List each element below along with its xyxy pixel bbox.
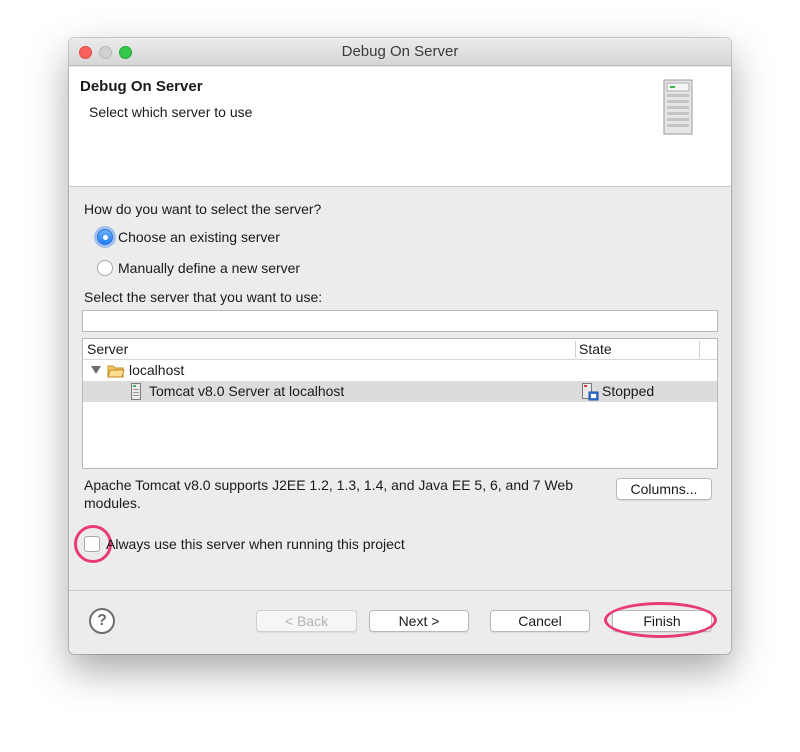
table-row-localhost[interactable]: localhost	[83, 360, 717, 381]
columns-button[interactable]: Columns...	[616, 478, 712, 500]
highlight-ring-finish	[604, 602, 717, 638]
wizard-header: Debug On Server Select which server to u…	[69, 67, 731, 187]
server-selection-question: How do you want to select the server?	[84, 201, 322, 217]
server-description: Apache Tomcat v8.0 supports J2EE 1.2, 1.…	[84, 477, 574, 511]
footer-divider	[69, 590, 731, 591]
server-select-prompt: Select the server that you want to use:	[84, 289, 323, 305]
window-title: Debug On Server	[341, 43, 459, 60]
table-row-tomcat[interactable]: Tomcat v8.0 Server at localhost Stopped	[83, 381, 717, 402]
cancel-button[interactable]: Cancel	[490, 610, 590, 632]
column-header-state[interactable]: State	[579, 341, 612, 357]
define-new-server-radio[interactable]	[97, 260, 113, 276]
server-filter-input[interactable]	[82, 310, 718, 332]
minimize-window-button[interactable]	[99, 46, 112, 59]
server-table[interactable]: Server State localhost Tomcat v8.0 Serve…	[82, 338, 718, 469]
next-button[interactable]: Next >	[369, 610, 469, 632]
column-divider[interactable]	[575, 341, 576, 358]
define-new-server-label[interactable]: Manually define a new server	[118, 260, 300, 276]
help-icon[interactable]: ?	[89, 608, 115, 634]
folder-open-icon	[107, 365, 125, 378]
close-window-button[interactable]	[79, 46, 92, 59]
server-name: localhost	[129, 362, 185, 378]
maximize-window-button[interactable]	[119, 46, 132, 59]
header-subtitle: Select which server to use	[89, 104, 253, 120]
choose-existing-server-radio[interactable]	[97, 229, 113, 245]
column-divider[interactable]	[699, 341, 700, 358]
back-button[interactable]: < Back	[256, 610, 357, 632]
choose-existing-server-label[interactable]: Choose an existing server	[118, 229, 280, 245]
server-small-icon	[131, 383, 141, 400]
server-tower-icon	[663, 79, 693, 135]
server-state: Stopped	[602, 383, 655, 399]
debug-on-server-dialog: Debug On Server Debug On Server Select w…	[69, 38, 731, 654]
server-name: Tomcat v8.0 Server at localhost	[149, 383, 345, 399]
header-title: Debug On Server	[80, 78, 203, 95]
always-use-server-label[interactable]: Always use this server when running this…	[106, 536, 405, 552]
wizard-body: How do you want to select the server? Ch…	[69, 188, 731, 588]
title-bar: Debug On Server	[69, 38, 731, 66]
stopped-state-icon	[582, 383, 599, 401]
expand-triangle-icon[interactable]	[91, 366, 101, 374]
column-header-server[interactable]: Server	[87, 341, 128, 357]
table-header: Server State	[83, 339, 717, 360]
